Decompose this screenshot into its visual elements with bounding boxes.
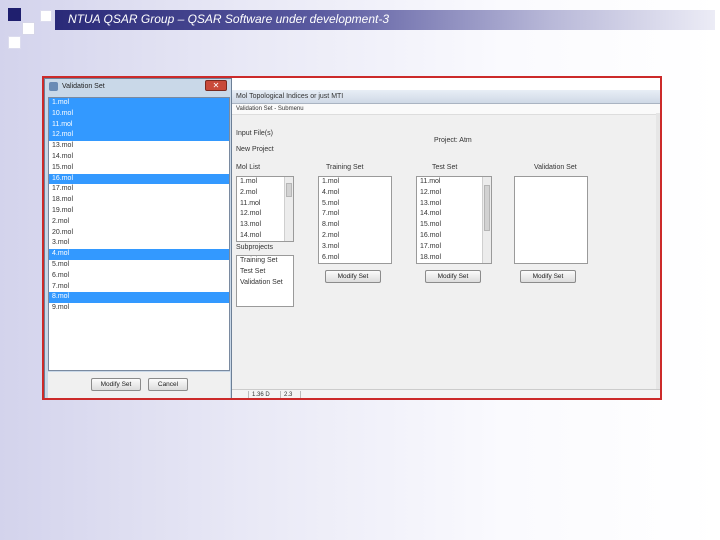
mol-list-scroll-thumb[interactable] <box>286 183 292 197</box>
project-name: Project: Atm <box>434 137 472 144</box>
status-cell-1 <box>230 391 249 398</box>
training-set-item[interactable]: 8.mol <box>319 220 391 231</box>
test-set-item[interactable]: 15.mol <box>417 220 491 231</box>
validation-set-label: Validation Set <box>534 164 577 171</box>
mol-list[interactable]: 1.mol 2.mol 11.mol 12.mol 13.mol 14.mol <box>236 176 294 242</box>
dialog-button-bar: Modify Set Cancel <box>48 372 230 398</box>
app-icon <box>49 82 58 91</box>
training-set-item[interactable]: 6.mol <box>319 253 391 263</box>
header-square-light <box>22 22 35 35</box>
validation-list-item[interactable]: 20.mol <box>49 228 229 239</box>
validation-list-item[interactable]: 14.mol <box>49 152 229 163</box>
validation-list[interactable]: 1.mol 10.mol 11.mol 12.mol 13.mol 14.mol 15.mo… <box>48 97 230 371</box>
validation-list-item[interactable]: 12.mol <box>49 130 229 142</box>
validation-list-item[interactable]: 8.mol <box>49 292 229 304</box>
training-set-item[interactable]: 3.mol <box>319 242 391 253</box>
header-square-lower <box>8 36 21 49</box>
test-set-item[interactable]: 14.mol <box>417 209 491 220</box>
validation-list-item[interactable]: 10.mol <box>49 108 229 120</box>
mol-list-scrollbar[interactable] <box>284 177 293 241</box>
validation-list-item[interactable]: 15.mol <box>49 163 229 174</box>
window-scrollbar[interactable] <box>656 113 660 390</box>
training-set-item[interactable]: 4.mol <box>319 188 391 199</box>
test-set-list[interactable]: 11.mol 12.mol 13.mol 14.mol 15.mol 16.mol 17.m… <box>416 176 492 264</box>
validation-list-item[interactable]: 17.mol <box>49 184 229 195</box>
training-set-label: Training Set <box>326 164 364 171</box>
validation-list-item[interactable]: 11.mol <box>49 119 229 131</box>
subprojects-list-item[interactable]: Test Set <box>237 267 293 278</box>
header-square-dark <box>8 8 21 21</box>
header-square-small <box>40 10 52 22</box>
dialog-title: Validation Set <box>62 83 105 90</box>
training-set-item[interactable]: 1.mol <box>319 177 391 188</box>
subprojects-list-item[interactable]: Training Set <box>237 256 293 267</box>
subprojects-list-item[interactable]: Validation Set <box>237 278 293 289</box>
status-cell-3: 2.3 <box>280 391 301 398</box>
mol-list-label: Mol List <box>236 164 261 171</box>
validation-list-item[interactable]: 9.mol <box>49 303 229 314</box>
subprojects-list[interactable]: Training Set Test Set Validation Set <box>236 255 294 307</box>
close-icon[interactable]: ✕ <box>205 80 227 91</box>
validation-set-dialog: Validation Set ✕ 1.mol 10.mol 11.mol 12.mol… <box>44 78 232 398</box>
test-set-item[interactable]: 18.mol <box>417 253 491 263</box>
cancel-button[interactable]: Cancel <box>148 378 188 391</box>
dialog-title-bar: Validation Set ✕ <box>45 79 231 95</box>
modify-set-button[interactable]: Modify Set <box>91 378 141 391</box>
validation-list-item[interactable]: 1.mol <box>49 98 229 109</box>
validation-list-item[interactable]: 4.mol <box>49 249 229 260</box>
test-set-scrollbar[interactable] <box>482 177 491 263</box>
slide-title: NTUA QSAR Group – QSAR Software under de… <box>68 12 390 26</box>
test-set-item[interactable]: 13.mol <box>417 199 491 210</box>
training-modify-button[interactable]: Modify Set <box>325 270 381 283</box>
main-window-title: Mol Topological Indices or just MTI <box>230 90 660 104</box>
test-set-item[interactable]: 17.mol <box>417 242 491 253</box>
input-file-label[interactable]: Input File(s) <box>236 130 273 137</box>
validation-list-item[interactable]: 19.mol <box>49 206 229 217</box>
main-window-menu[interactable]: Validation Set - Submenu <box>230 104 660 115</box>
validation-list-item[interactable]: 16.mol <box>49 173 229 185</box>
test-set-item[interactable]: 11.mol <box>417 177 491 188</box>
test-set-label: Test Set <box>432 164 458 171</box>
test-set-item[interactable]: 12.mol <box>417 188 491 199</box>
main-window: Mol Topological Indices or just MTI Vali… <box>230 90 660 398</box>
training-set-item[interactable]: 5.mol <box>319 199 391 210</box>
test-set-item[interactable]: 16.mol <box>417 231 491 242</box>
validation-list-item[interactable]: 2.mol <box>49 217 229 228</box>
validation-set-list[interactable] <box>514 176 588 264</box>
validation-list-item[interactable]: 13.mol <box>49 141 229 152</box>
training-set-list[interactable]: 1.mol 4.mol 5.mol 7.mol 8.mol 2.mol 3.mol 6.mol <box>318 176 392 264</box>
validation-list-item[interactable]: 3.mol <box>49 238 229 249</box>
training-set-item[interactable]: 2.mol <box>319 231 391 242</box>
status-bar: 1.36 D 2.3 <box>230 389 660 398</box>
validation-modify-button[interactable]: Modify Set <box>520 270 576 283</box>
subprojects-label: Subprojects <box>236 244 273 251</box>
status-cell-2: 1.36 D <box>248 391 281 398</box>
test-modify-button[interactable]: Modify Set <box>425 270 481 283</box>
validation-list-item[interactable]: 5.mol <box>49 260 229 271</box>
validation-list-item[interactable]: 7.mol <box>49 282 229 293</box>
test-set-scroll-thumb[interactable] <box>484 185 490 231</box>
training-set-item[interactable]: 7.mol <box>319 209 391 220</box>
validation-list-item[interactable]: 6.mol <box>49 271 229 282</box>
new-project-label[interactable]: New Project <box>236 146 274 153</box>
validation-list-item[interactable]: 18.mol <box>49 195 229 206</box>
screenshot-frame: Mol Topological Indices or just MTI Vali… <box>42 76 662 400</box>
